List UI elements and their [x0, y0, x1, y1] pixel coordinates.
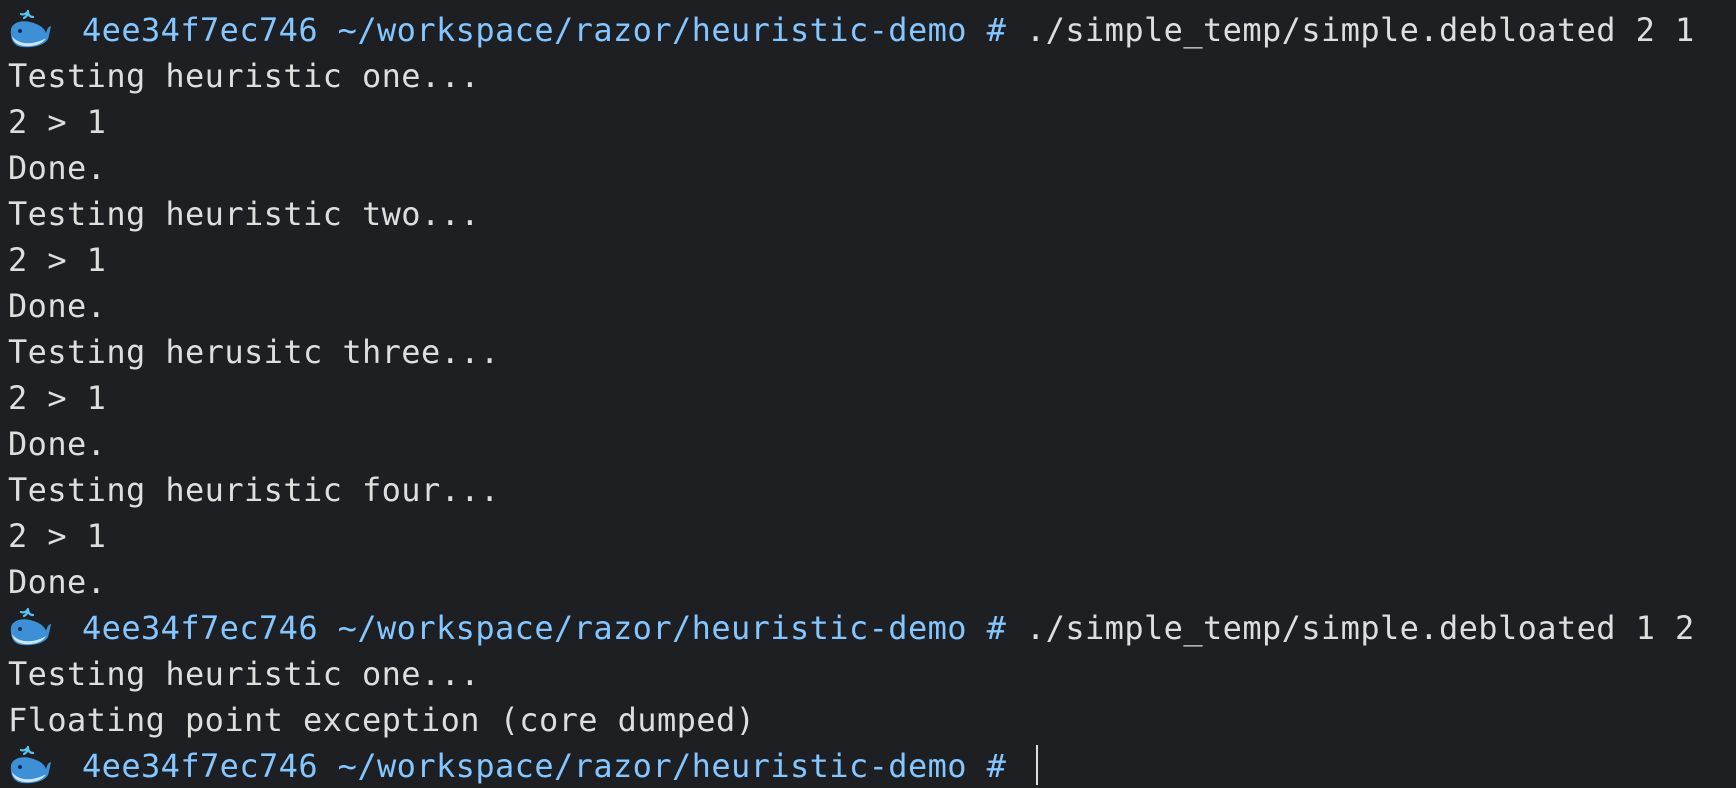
output-line: 2 > 1 [8, 103, 107, 141]
whale-icon [8, 745, 52, 785]
command-text: ./simple_temp/simple.debloated 2 1 [1026, 11, 1695, 49]
prompt-symbol: # [986, 609, 1007, 647]
prompt-host: 4ee34f7ec746 [82, 11, 318, 49]
output-line: Testing herusitc three... [8, 333, 500, 371]
text-cursor [1036, 745, 1038, 785]
prompt-path: ~/workspace/razor/heuristic-demo [337, 747, 967, 785]
output-line: Done. [8, 425, 107, 463]
prompt-line: 4ee34f7ec746 ~/workspace/razor/heuristic… [8, 7, 1736, 53]
command-text: ./simple_temp/simple.debloated 1 2 [1026, 609, 1695, 647]
current-prompt-line: 4ee34f7ec746 ~/workspace/razor/heuristic… [8, 743, 1736, 788]
prompt-line: 4ee34f7ec746 ~/workspace/razor/heuristic… [8, 605, 1736, 651]
output-line: 2 > 1 [8, 241, 107, 279]
output-line: 2 > 1 [8, 379, 107, 417]
output-line: Floating point exception (core dumped) [8, 701, 756, 739]
output-line: Testing heuristic one... [8, 57, 480, 95]
prompt-path: ~/workspace/razor/heuristic-demo [337, 609, 967, 647]
prompt-host: 4ee34f7ec746 [82, 609, 318, 647]
prompt-symbol: # [986, 11, 1007, 49]
whale-icon [8, 607, 52, 647]
output-line: Done. [8, 563, 107, 601]
output-line: Testing heuristic one... [8, 655, 480, 693]
output-line: Done. [8, 149, 107, 187]
output-line: Done. [8, 287, 107, 325]
terminal-window[interactable]: 4ee34f7ec746 ~/workspace/razor/heuristic… [0, 0, 1736, 788]
prompt-symbol: # [986, 747, 1007, 785]
output-line: Testing heuristic four... [8, 471, 500, 509]
whale-icon [8, 9, 52, 49]
prompt-path: ~/workspace/razor/heuristic-demo [337, 11, 967, 49]
prompt-host: 4ee34f7ec746 [82, 747, 318, 785]
output-line: 2 > 1 [8, 517, 107, 555]
output-line: Testing heuristic two... [8, 195, 480, 233]
terminal-scrollback: 4ee34f7ec746 ~/workspace/razor/heuristic… [8, 7, 1736, 788]
